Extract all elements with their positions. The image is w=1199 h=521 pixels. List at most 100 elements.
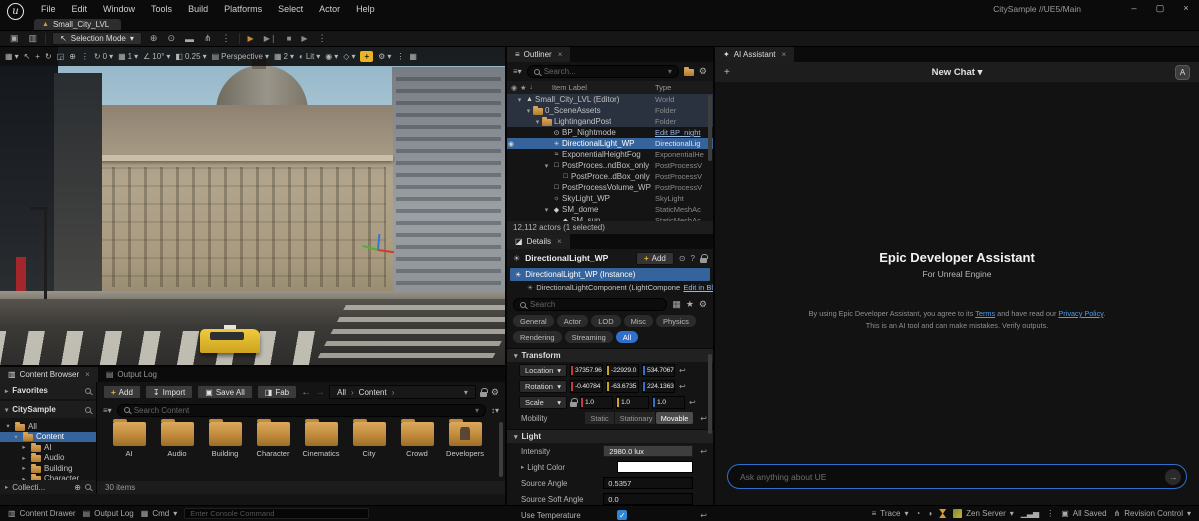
trace-dropdown[interactable]: ≡Trace▾	[872, 509, 909, 518]
rotation-snap-toggle[interactable]: ∠10°▾	[143, 52, 170, 61]
snapshot-icon[interactable]: ◑	[927, 509, 932, 518]
content-scrollbar[interactable]	[499, 422, 503, 477]
viewport-settings-gear-icon[interactable]: ⚙▾	[378, 52, 391, 61]
add-button[interactable]: +Add	[103, 385, 141, 399]
close-icon[interactable]: ×	[557, 237, 562, 246]
chevron-down-icon[interactable]: ▾	[475, 406, 479, 415]
menu-help[interactable]: Help	[348, 2, 383, 16]
asset-folder-building[interactable]: Building	[203, 422, 247, 458]
filter-chip-lod[interactable]: LOD	[591, 315, 620, 327]
filter-chip-misc[interactable]: Misc	[624, 315, 653, 327]
visibility-eye-icon[interactable]: ◉	[508, 140, 514, 148]
move-tool-icon[interactable]: +	[35, 52, 40, 61]
menu-window[interactable]: Window	[95, 2, 143, 16]
asset-folder-cinematics[interactable]: Cinematics	[299, 422, 343, 458]
output-log-button[interactable]: ▤Output Log	[83, 509, 134, 518]
launch-button[interactable]: ▶	[299, 34, 309, 43]
mobility-movable[interactable]: Movable	[656, 412, 694, 424]
insights-icon[interactable]: ◔	[915, 509, 920, 518]
reset-icon[interactable]: ↩	[700, 447, 707, 456]
asset-folder-developers[interactable]: Developers	[443, 422, 487, 458]
tree-item-building[interactable]: ▸Building	[0, 463, 96, 474]
outliner-row[interactable]: □PostProcessVolume_WPPostProcessV	[507, 182, 713, 193]
location-z-input[interactable]: 534.7067	[642, 364, 675, 377]
viewport-options-icon[interactable]: ▦▾	[5, 52, 19, 61]
reset-icon[interactable]: ↩	[679, 366, 686, 375]
kebab-icon[interactable]: ⋮	[220, 33, 233, 44]
search-icon[interactable]	[85, 407, 91, 413]
platforms-dropdown-icon[interactable]: ⋔	[202, 33, 214, 44]
filter-icon[interactable]: ≡▾	[513, 67, 522, 76]
asset-folder-crowd[interactable]: Crowd	[395, 422, 439, 458]
edit-in-blueprint-link[interactable]: Edit in Bl	[683, 283, 713, 292]
outliner-row[interactable]: ≈ExponentialHeightFogExponentialHe	[507, 149, 713, 160]
fab-button[interactable]: ◨Fab	[257, 385, 297, 399]
world-space-icon[interactable]: ⊕	[69, 52, 76, 61]
rotation-x-input[interactable]: -0.40784	[570, 380, 603, 393]
tree-item-all[interactable]: ▾All	[0, 421, 96, 432]
chat-selector-dropdown[interactable]: New Chat ▾	[715, 67, 1199, 78]
outliner-row[interactable]: ▾▲Small_City_LVL (Editor)World	[507, 94, 713, 105]
item-label-column-header[interactable]: Item Label	[552, 83, 587, 92]
level-tab[interactable]: ▲ Small_City_LVL	[34, 19, 121, 30]
close-icon[interactable]: ×	[782, 50, 787, 59]
mobility-static[interactable]: Static	[585, 412, 613, 424]
filter-chip-physics[interactable]: Physics	[656, 315, 696, 327]
source-control-saved-button[interactable]: ▣All Saved	[1061, 509, 1106, 518]
expand-caret-icon[interactable]: ▸	[5, 387, 8, 395]
outliner-row[interactable]: ▾□PostProces..ndBox_onlyPostProcessV	[507, 160, 713, 171]
light-color-swatch[interactable]	[617, 461, 693, 473]
zen-server-dropdown[interactable]: Zen Server▾	[953, 509, 1014, 518]
details-scrollbar[interactable]	[708, 354, 712, 434]
camera-speed-toggle[interactable]: +	[360, 51, 373, 62]
outliner-row[interactable]: ⊙BP_NightmodeEdit BP_night	[507, 127, 713, 138]
breadcrumb[interactable]: All › Content › ▾	[329, 385, 476, 399]
close-icon[interactable]: ×	[85, 370, 90, 379]
scale-x-input[interactable]: 1.0	[580, 396, 613, 409]
source-soft-angle-input[interactable]: 0.0	[603, 493, 693, 505]
grid-snap-toggle[interactable]: ▦1▾	[118, 52, 138, 61]
send-button[interactable]: →	[1165, 469, 1181, 485]
unreal-logo-icon[interactable]: u	[7, 3, 24, 20]
asset-folder-ai[interactable]: AI	[107, 422, 151, 458]
asset-folder-audio[interactable]: Audio	[155, 422, 199, 458]
network-stats-icon[interactable]: ▁▃▅	[1021, 509, 1039, 518]
content-search-input[interactable]: Search Content ▾	[117, 404, 486, 417]
reset-icon[interactable]: ↩	[700, 511, 707, 520]
transform-section-header[interactable]: ▾ Transform	[507, 348, 713, 362]
outliner-search-input[interactable]: Search... ▾	[527, 65, 679, 78]
menu-actor[interactable]: Actor	[311, 2, 348, 16]
outliner-row[interactable]: ◉☀DirectionalLight_WPDirectionalLig	[507, 138, 713, 149]
editor-mode-dropdown[interactable]: ↖ Selection Mode ▾	[52, 32, 142, 45]
favorites-header[interactable]: ▸ Favorites	[0, 382, 96, 399]
expand-caret-icon[interactable]: ▾	[542, 162, 551, 170]
save-level-icon[interactable]: ▣	[8, 33, 21, 44]
favorite-column-star-icon[interactable]: ★	[520, 84, 526, 92]
source-angle-input[interactable]: 0.5357	[603, 477, 693, 489]
lock-icon[interactable]	[700, 258, 707, 263]
revision-control-dropdown[interactable]: ⋔Revision Control▾	[1114, 509, 1191, 518]
filter-chip-actor[interactable]: Actor	[557, 315, 589, 327]
view-mode-dropdown[interactable]: ◐Lit▾	[299, 52, 320, 61]
expand-caret-icon[interactable]: ▸	[521, 463, 524, 471]
tab-details[interactable]: ◪ Details ×	[507, 234, 570, 249]
menu-platforms[interactable]: Platforms	[216, 2, 270, 16]
asset-folder-character[interactable]: Character	[251, 422, 295, 458]
display-options-icon[interactable]: ▦	[672, 299, 681, 310]
rotate-tool-icon[interactable]: ↻	[45, 52, 52, 61]
maximize-viewport-icon[interactable]: ▦	[409, 52, 417, 61]
tree-item-audio[interactable]: ▸Audio	[0, 453, 96, 464]
location-dropdown[interactable]: Location▾	[519, 364, 567, 377]
filter-chip-streaming[interactable]: Streaming	[565, 331, 613, 343]
save-all-button[interactable]: ▣Save All	[197, 385, 252, 399]
play-button[interactable]: ▶	[246, 34, 256, 43]
surface-snap-toggle[interactable]: ↻0▾	[94, 52, 113, 61]
reset-icon[interactable]: ↩	[689, 398, 696, 407]
mobility-stationary[interactable]: Stationary	[615, 412, 655, 424]
cinematics-dropdown-icon[interactable]: ▬	[183, 34, 196, 44]
outliner-row[interactable]: □PostProce..dBox_onlyPostProcessV	[507, 171, 713, 182]
reset-icon[interactable]: ↩	[700, 414, 707, 423]
search-icon[interactable]	[85, 484, 91, 490]
screen-percentage-dropdown[interactable]: ▦2▾	[274, 52, 294, 61]
tree-item-ai[interactable]: ▸AI	[0, 442, 96, 453]
